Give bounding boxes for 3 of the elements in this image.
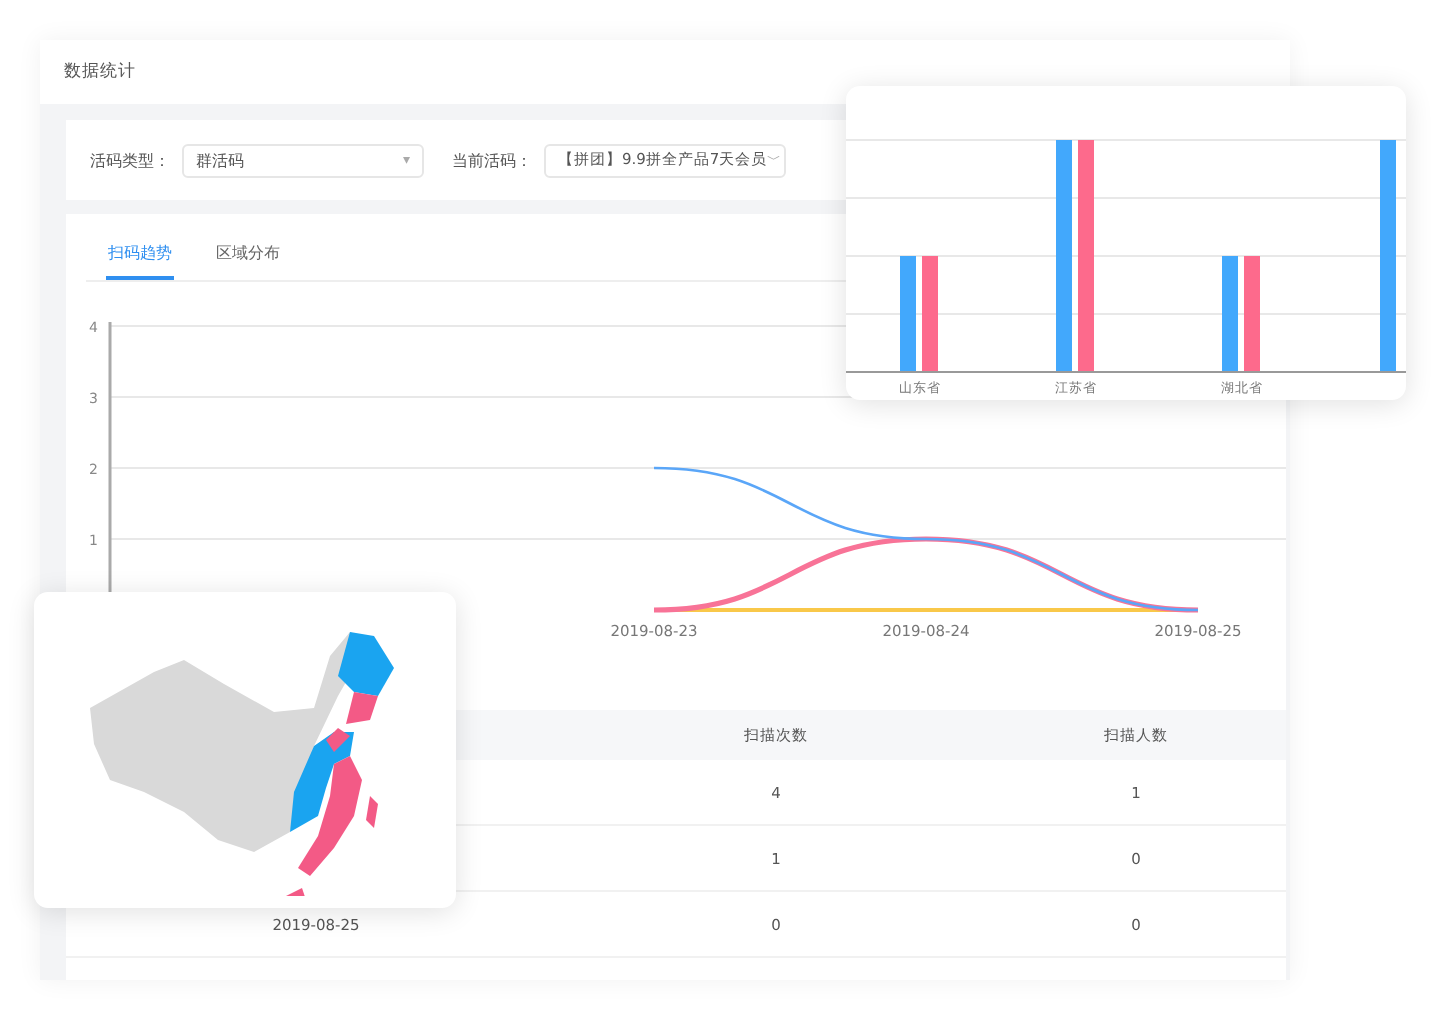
filter-label: 活码类型： — [90, 149, 170, 171]
filter-label: 当前活码： — [452, 149, 532, 171]
page-title: 数据统计 — [64, 60, 136, 84]
